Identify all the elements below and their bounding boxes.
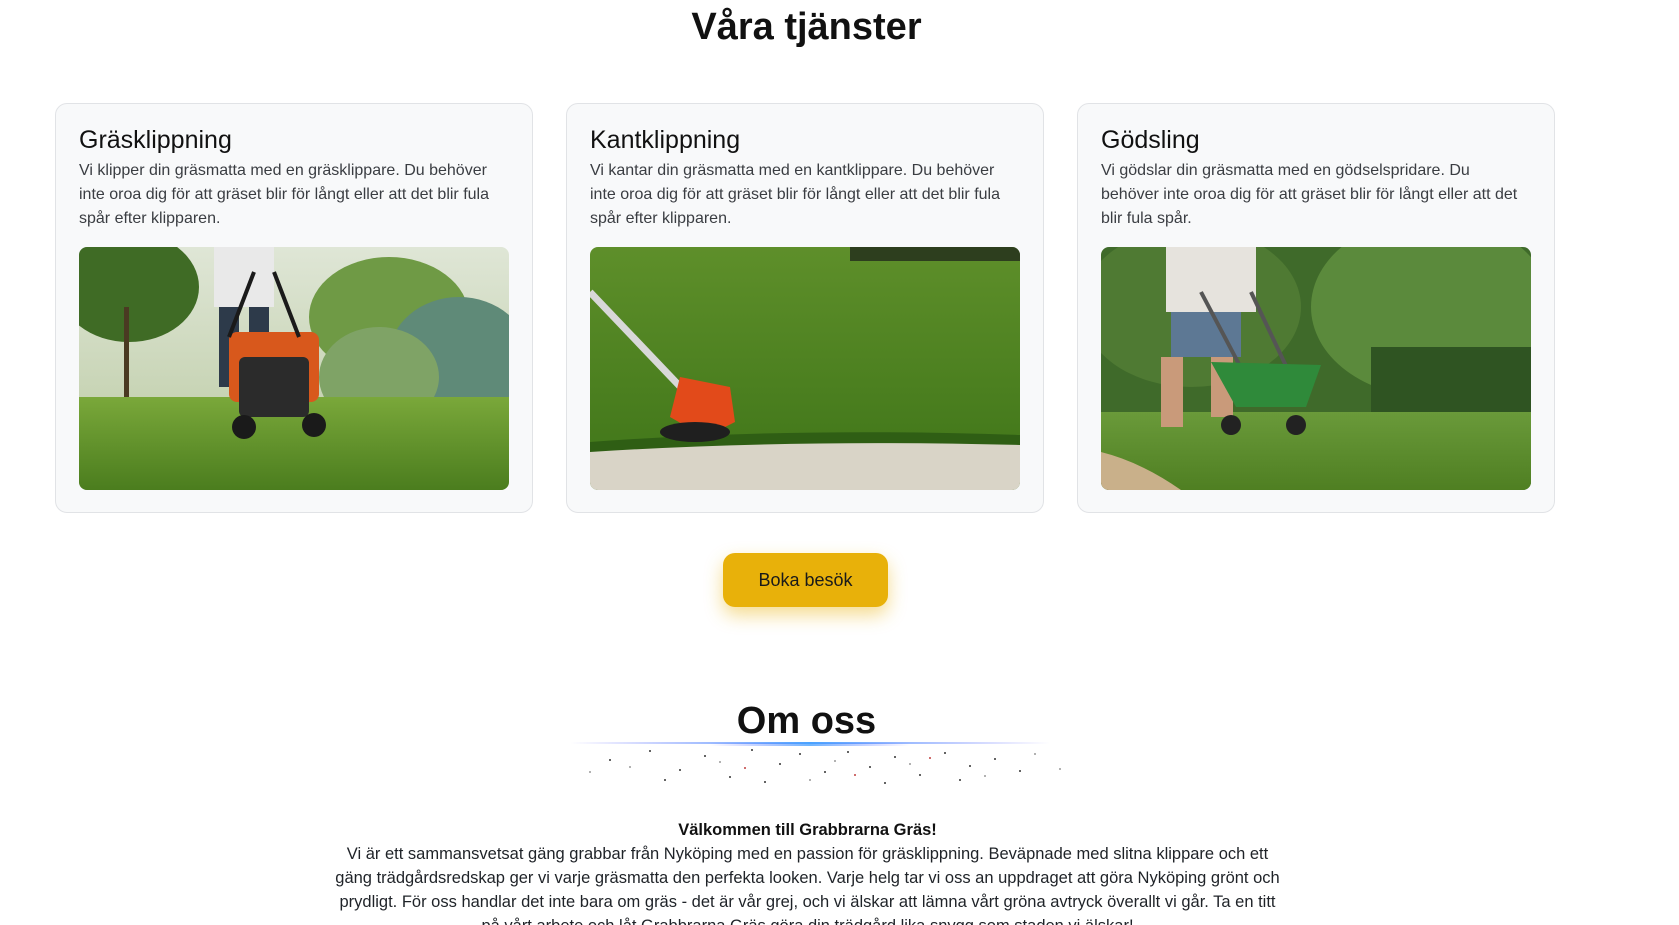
- lawn-mower-image: [79, 247, 509, 490]
- card-description: Vi klipper din gräsmatta med en gräsklip…: [79, 162, 489, 227]
- service-card-kantklippning: Kantklippning Vi kantar din gräsmatta me…: [566, 103, 1044, 513]
- about-heading: Välkommen till Grabbrarna Gräs!: [678, 821, 937, 839]
- service-card-grasklippning: Gräsklippning Vi klipper din gräsmatta m…: [55, 103, 533, 513]
- about-description: Vi är ett sammansvetsat gäng grabbar frå…: [335, 845, 1280, 925]
- about-title: Om oss: [736, 700, 877, 742]
- card-title: Gödsling: [1101, 126, 1200, 154]
- service-cards: Gräsklippning Vi klipper din gräsmatta m…: [55, 103, 1555, 513]
- card-title: Kantklippning: [590, 126, 741, 154]
- services-title: Våra tjänster: [691, 6, 922, 48]
- service-card-godsling: Gödsling Vi gödslar din gräsmatta med en…: [1077, 103, 1555, 513]
- about-text: Välkommen till Grabbrarna Gräs! Vi är et…: [330, 818, 1285, 925]
- sparkle-decoration: [570, 742, 1061, 784]
- book-visit-button[interactable]: Boka besök: [723, 553, 888, 607]
- fertilizer-spreader-image: [1101, 247, 1531, 490]
- card-description: Vi gödslar din gräsmatta med en gödselsp…: [1101, 162, 1518, 227]
- page: Våra tjänster Gräsklippning Vi klipper d…: [0, 0, 1679, 925]
- card-description: Vi kantar din gräsmatta med en kantklipp…: [590, 162, 1000, 227]
- edge-trimmer-image: [590, 247, 1020, 490]
- card-title: Gräsklippning: [79, 126, 232, 154]
